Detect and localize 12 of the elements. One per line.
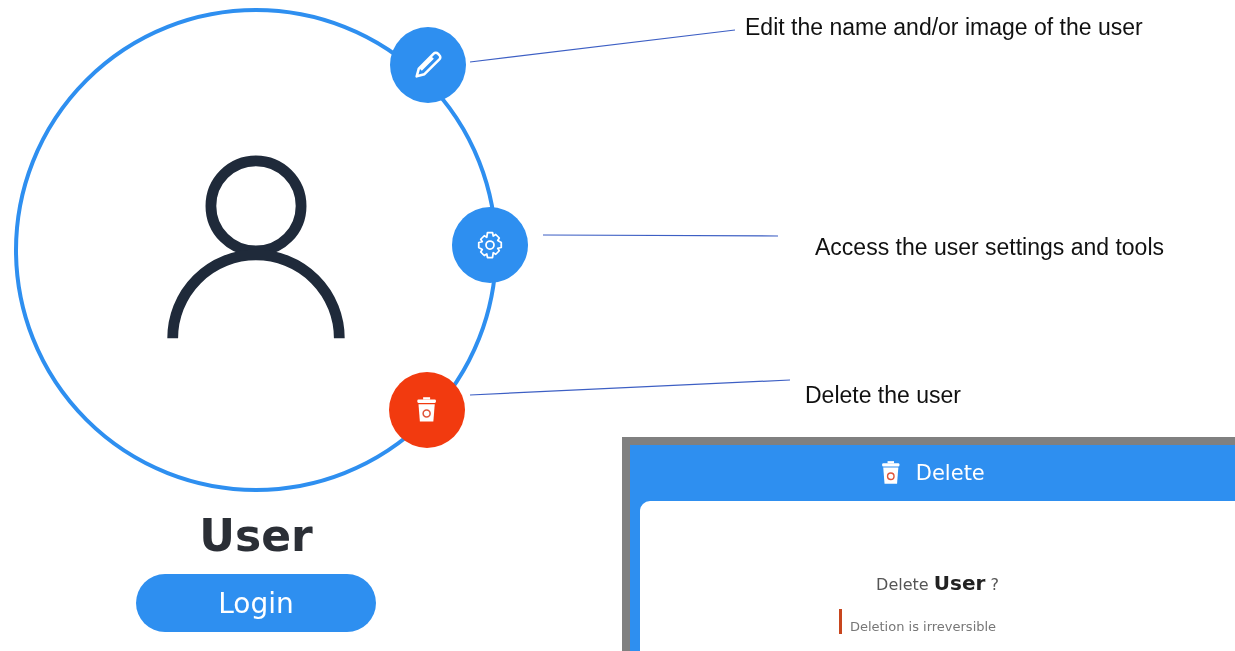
confirm-question: Delete User ? [876,571,999,595]
login-button[interactable]: Login [136,574,376,632]
trash-icon [415,396,439,424]
user-name: User [199,509,313,563]
dialog-title: Delete [915,461,985,485]
annotation: Delete the user [805,382,961,409]
settings-icon [475,230,505,260]
trash-icon [880,460,902,486]
annotation: Access the user settings and tools [815,234,1165,261]
warning-text: Deletion is irreversible [838,609,997,634]
annotation: Edit the name and/or image of the user [745,14,1143,41]
delete-button[interactable] [389,372,465,448]
